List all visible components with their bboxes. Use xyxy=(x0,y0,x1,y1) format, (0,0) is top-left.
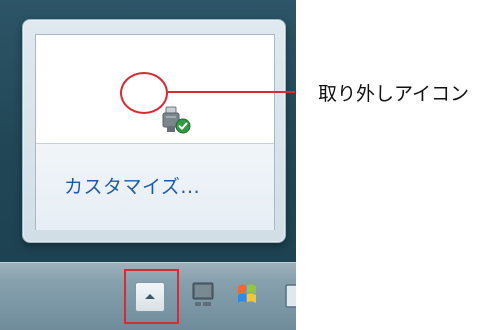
partial-tray-icon[interactable] xyxy=(283,283,296,311)
safely-remove-hardware-icon[interactable] xyxy=(158,98,203,143)
popup-inner-panel: カスタマイズ... xyxy=(35,34,275,230)
customize-section: カスタマイズ... xyxy=(36,143,274,230)
monitor-icon[interactable] xyxy=(191,281,215,309)
callout-connector-line xyxy=(168,91,295,93)
notification-area-popup: カスタマイズ... xyxy=(22,19,286,243)
screenshot-area: カスタマイズ... xyxy=(0,0,296,330)
customize-link[interactable]: カスタマイズ... xyxy=(64,172,200,199)
windows-flag-icon[interactable] xyxy=(232,281,260,309)
show-hidden-icons-highlight xyxy=(124,269,179,324)
safe-remove-highlight-circle xyxy=(120,72,168,114)
callout-label: 取り外しアイコン xyxy=(318,83,470,105)
